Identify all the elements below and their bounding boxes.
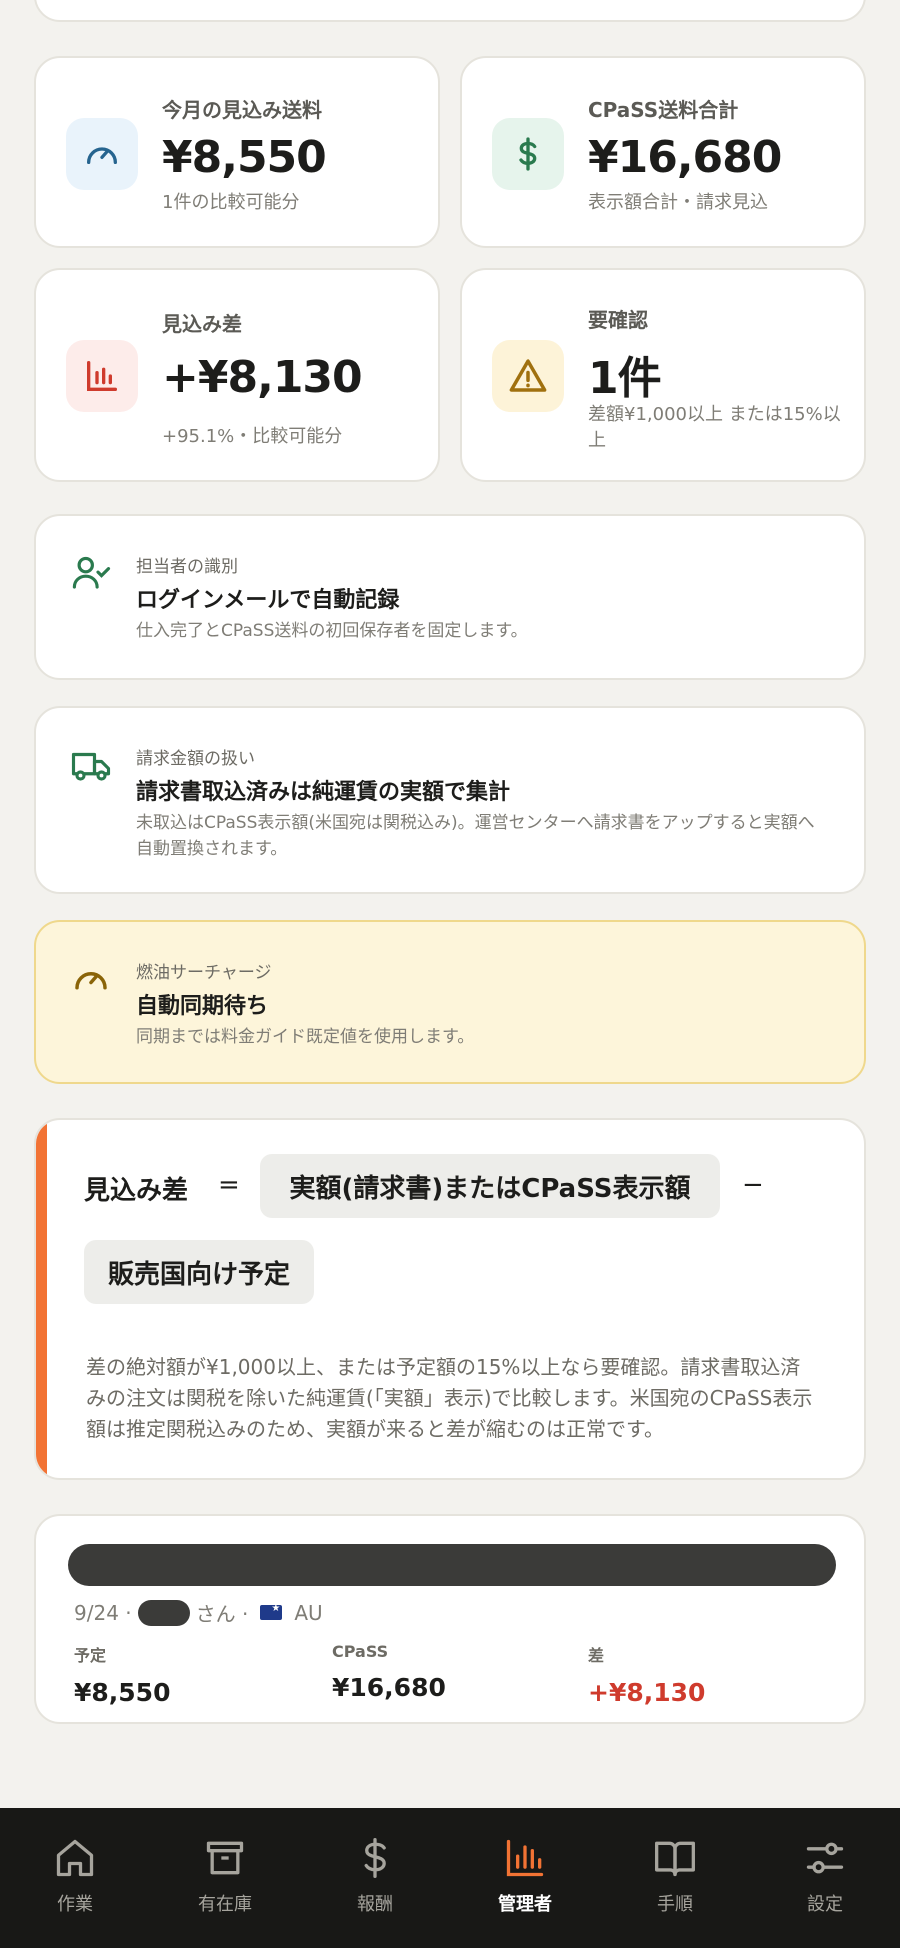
bar-chart-icon xyxy=(66,340,138,412)
cpass-column: CPaSS ¥16,680 xyxy=(332,1642,446,1702)
info-description: 同期までは料金ガイド既定値を使用します。 xyxy=(136,1027,475,1047)
formula-note: 差の絶対額が¥1,000以上、または予定額の15%以上なら要確認。請求書取込済み… xyxy=(86,1355,813,1441)
previous-card xyxy=(34,0,866,22)
stat-card-needs-review: 要確認 1件 差額¥1,000以上 または15%以上 xyxy=(460,268,866,482)
stat-label: 今月の見込み送料 xyxy=(162,98,322,122)
stat-card-expected-shipping: 今月の見込み送料 ¥8,550 1件の比較可能分 xyxy=(34,56,440,248)
formula-term-planned: 販売国向け予定 xyxy=(84,1240,314,1304)
info-card-fuel-surcharge: 燃油サーチャージ 自動同期待ち 同期までは料金ガイド既定値を使用します。 xyxy=(34,920,866,1084)
nav-item-rewards[interactable]: 報酬 xyxy=(300,1808,450,1948)
dollar-icon xyxy=(364,1838,386,1878)
nav-item-work[interactable]: 作業 xyxy=(0,1808,150,1948)
info-card-operator: 担当者の識別 ログインメールで自動記録 仕入完了とCPaSS送料の初回保存者を固… xyxy=(34,514,866,680)
order-country: AU xyxy=(294,1600,323,1625)
stat-label: CPaSS送料合計 xyxy=(588,98,739,122)
redacted-title xyxy=(68,1544,836,1586)
info-description: 仕入完了とCPaSS送料の初回保存者を固定します。 xyxy=(136,621,528,641)
nav-item-guide[interactable]: 手順 xyxy=(600,1808,750,1948)
planned-value: ¥8,550 xyxy=(74,1678,171,1707)
customer-suffix: さん · xyxy=(195,1602,249,1626)
stat-value: 1件 xyxy=(588,353,662,404)
warning-icon xyxy=(492,340,564,412)
info-card-billing: 請求金額の扱い 請求書取込済みは純運賃の実額で集計 未取込はCPaSS表示額(米… xyxy=(34,706,866,894)
formula-term-actual: 実額(請求書)またはCPaSS表示額 xyxy=(260,1154,720,1218)
info-title: 自動同期待ち xyxy=(136,994,269,1019)
info-description: 未取込はCPaSS表示額(米国宛は関税込み)。運営センターへ請求書をアップすると… xyxy=(136,813,815,859)
stat-subtext: 表示額合計・請求見込 xyxy=(588,192,768,213)
info-title: ログインメールで自動記録 xyxy=(136,588,400,613)
cpass-value: ¥16,680 xyxy=(332,1673,446,1702)
diff-value: +¥8,130 xyxy=(588,1678,706,1707)
gauge-icon xyxy=(75,972,107,990)
stat-label: 要確認 xyxy=(588,308,648,332)
formula-card: 見込み差 = 実額(請求書)またはCPaSS表示額 − 販売国向け予定 差の絶対… xyxy=(34,1118,866,1480)
order-meta: 9/24 · さん · AU xyxy=(74,1598,323,1627)
nav-label: 設定 xyxy=(807,1894,843,1915)
stat-value: ¥16,680 xyxy=(588,132,782,183)
nav-item-inventory[interactable]: 有在庫 xyxy=(150,1808,300,1948)
stat-card-cpass-total: CPaSS送料合計 ¥16,680 表示額合計・請求見込 xyxy=(460,56,866,248)
archive-icon xyxy=(206,1841,244,1875)
stat-subtext: +95.1%・比較可能分 xyxy=(162,426,343,447)
info-label: 請求金額の扱い xyxy=(136,749,255,769)
formula-minus: − xyxy=(742,1170,764,1200)
stat-card-expected-diff: 見込み差 +¥8,130 +95.1%・比較可能分 xyxy=(34,268,440,482)
order-card[interactable]: 9/24 · さん · AU 予定 ¥8,550 CPaSS ¥16,680 差… xyxy=(34,1514,866,1724)
redacted-customer xyxy=(137,1599,190,1626)
book-icon xyxy=(655,1841,695,1877)
sliders-icon xyxy=(806,1842,844,1874)
nav-label: 作業 xyxy=(57,1894,93,1915)
stat-label: 見込み差 xyxy=(162,312,242,336)
accent-bar xyxy=(36,1120,47,1478)
dollar-icon xyxy=(492,118,564,190)
info-label: 担当者の識別 xyxy=(136,557,238,577)
gauge-icon xyxy=(66,118,138,190)
stat-subtext: 差額¥1,000以上 または15%以上 xyxy=(588,404,841,451)
truck-icon xyxy=(71,752,111,781)
diff-column: 差 +¥8,130 xyxy=(588,1642,705,1707)
nav-label: 手順 xyxy=(657,1894,693,1915)
nav-label: 管理者 xyxy=(498,1894,552,1915)
formula-equals: = xyxy=(218,1170,240,1200)
stat-subtext: 1件の比較可能分 xyxy=(162,192,300,213)
nav-label: 有在庫 xyxy=(198,1894,252,1915)
planned-label: 予定 xyxy=(74,1646,107,1665)
cpass-label: CPaSS xyxy=(332,1642,389,1661)
diff-label: 差 xyxy=(588,1646,605,1665)
formula-lhs: 見込み差 xyxy=(84,1176,189,1206)
stat-value: +¥8,130 xyxy=(162,352,363,403)
order-date: 9/24 · xyxy=(74,1600,132,1625)
user-check-icon xyxy=(72,556,111,589)
stat-value: ¥8,550 xyxy=(162,132,327,183)
info-title: 請求書取込済みは純運賃の実額で集計 xyxy=(136,780,511,805)
nav-item-settings[interactable]: 設定 xyxy=(750,1808,900,1948)
nav-label: 報酬 xyxy=(357,1894,393,1915)
nav-item-admin[interactable]: 管理者 xyxy=(450,1808,600,1948)
australia-flag-icon xyxy=(260,1603,283,1620)
home-icon xyxy=(56,1839,94,1877)
bar-chart-icon xyxy=(506,1839,544,1877)
planned-column: 予定 ¥8,550 xyxy=(74,1642,170,1707)
info-label: 燃油サーチャージ xyxy=(136,963,272,983)
bottom-nav: 作業 有在庫 報酬 管理者 手順 設定 xyxy=(0,1808,900,1948)
